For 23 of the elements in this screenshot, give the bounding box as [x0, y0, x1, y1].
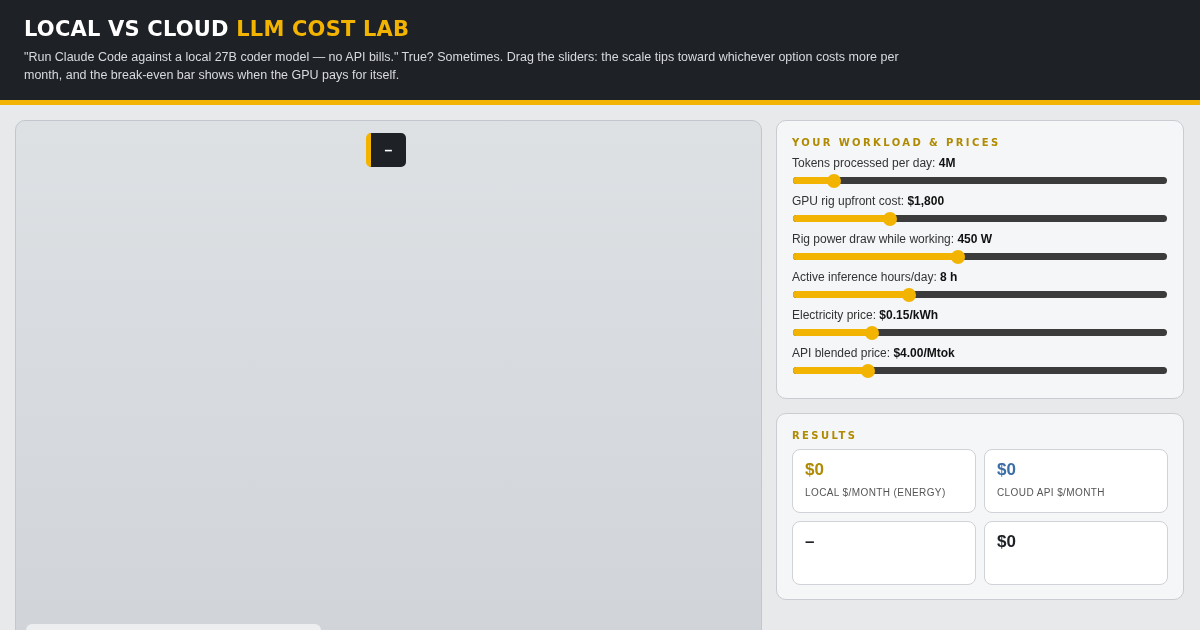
verdict-badge: – [366, 133, 406, 167]
slider-thumb[interactable] [827, 174, 842, 188]
slider-thumb[interactable] [901, 288, 916, 302]
result-value: $0 [997, 460, 1017, 480]
slider-label: Active inference hours/day: 8 h [792, 270, 959, 284]
section-title: YOUR WORKLOAD & PRICES [792, 137, 1002, 148]
result-label: LOCAL $/MONTH (ENERGY) [805, 487, 947, 498]
result-value: $0 [805, 460, 825, 480]
result-value: – [805, 532, 816, 552]
slider-label: Rig power draw while working: 450 W [792, 232, 994, 246]
slider-label: API blended price: $4.00/Mtok [792, 346, 956, 360]
slider-thumb[interactable] [950, 250, 965, 264]
slider-thumb[interactable] [860, 364, 875, 378]
result-label: CLOUD API $/MONTH [997, 487, 1106, 498]
slider-label: GPU rig upfront cost: $1,800 [792, 194, 946, 208]
section-title: RESULTS [792, 430, 859, 441]
slider-thumb[interactable] [864, 326, 879, 340]
slider-label: Tokens processed per day: 4M [792, 156, 957, 170]
page-title: LOCAL VS CLOUD LLM COST LAB [24, 17, 411, 41]
slider-thumb[interactable] [883, 212, 898, 226]
slider-label: Electricity price: $0.15/kWh [792, 308, 940, 322]
result-value: $0 [997, 532, 1017, 552]
description: "Run Claude Code against a local 27B coder model — no API bills." True? Sometimes. Drag the sliders: the scale tips toward whichever option costs more per month, and the break-even bar shows when the GPU pays for itself. [24, 49, 900, 84]
